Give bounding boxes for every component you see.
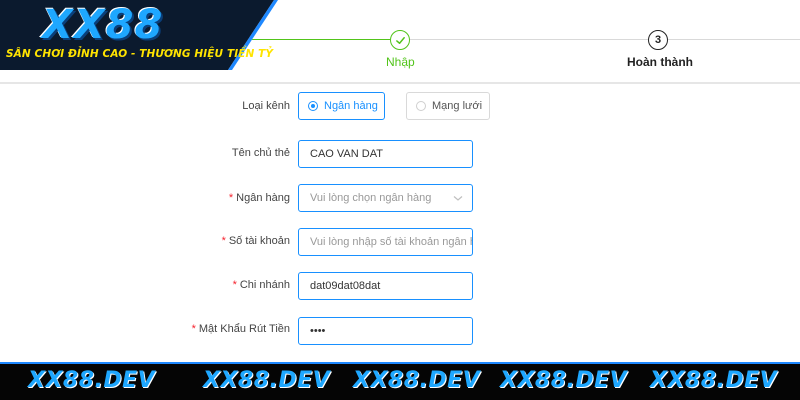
header-divider [0,82,800,84]
bank-select-placeholder: Vui lòng chọn ngân hàng [310,192,432,204]
channel-option-bank-label: Ngân hàng [324,100,378,112]
brand-logo: XX88 [42,2,164,48]
watermark-text: XX88.DEV [353,368,481,393]
brand-tagline: SÂN CHƠI ĐỈNH CAO - THƯƠNG HIỆU TIỀN TỶ [6,48,274,60]
channel-option-network[interactable]: Mạng lưới [406,92,490,120]
withdraw-password-input[interactable]: •••• [298,317,473,345]
step-number: 3 [654,34,662,46]
channel-type-label: Loại kênh [242,100,290,112]
watermark-text: XX88.DEV [203,368,331,393]
watermark-text: XX88.DEV [500,368,628,393]
watermark-text: XX88.DEV [28,368,156,393]
watermark-bar: XX88.DEV XX88.DEV XX88.DEV XX88.DEV XX88… [0,362,800,400]
brand-banner: XX88 SÂN CHƠI ĐỈNH CAO - THƯƠNG HIỆU TIỀ… [0,0,280,70]
radio-selected-icon [308,101,318,111]
step-1-indicator [390,30,410,50]
withdraw-password-value: •••• [310,325,326,337]
channel-option-bank[interactable]: Ngân hàng [298,92,385,120]
account-number-label: * Số tài khoản [221,235,290,247]
required-mark: * [228,192,234,204]
bank-label: * Ngân hàng [228,192,290,204]
required-mark: * [232,279,237,291]
account-holder-label: Tên chủ thẻ [231,147,290,159]
step-3-indicator: 3 [648,30,668,50]
account-holder-input[interactable]: CAO VAN DAT [298,140,473,168]
branch-input[interactable]: dat09dat08dat [298,272,473,300]
branch-label: * Chi nhánh [232,279,290,291]
withdraw-password-label: * Mật Khẩu Rút Tiền [191,323,290,335]
step-label-input: Nhập [386,55,415,69]
chevron-down-icon [453,196,463,201]
watermark-bar-accent [0,362,800,364]
account-number-input[interactable]: Vui lòng nhập số tài khoản ngân hà [298,228,473,256]
radio-unselected-icon [416,101,426,111]
required-mark: * [221,235,226,247]
step-connector [410,39,648,40]
check-icon [395,36,405,44]
branch-value: dat09dat08dat [310,280,381,292]
required-mark: * [191,323,196,335]
watermark-text: XX88.DEV [650,368,778,393]
step-connector-tail [668,39,800,40]
account-number-placeholder: Vui lòng nhập số tài khoản ngân hà [310,236,473,248]
step-label-complete: Hoàn thành [627,55,693,69]
account-holder-value: CAO VAN DAT [310,148,383,160]
bank-select[interactable]: Vui lòng chọn ngân hàng [298,184,473,212]
channel-option-network-label: Mạng lưới [432,100,483,112]
